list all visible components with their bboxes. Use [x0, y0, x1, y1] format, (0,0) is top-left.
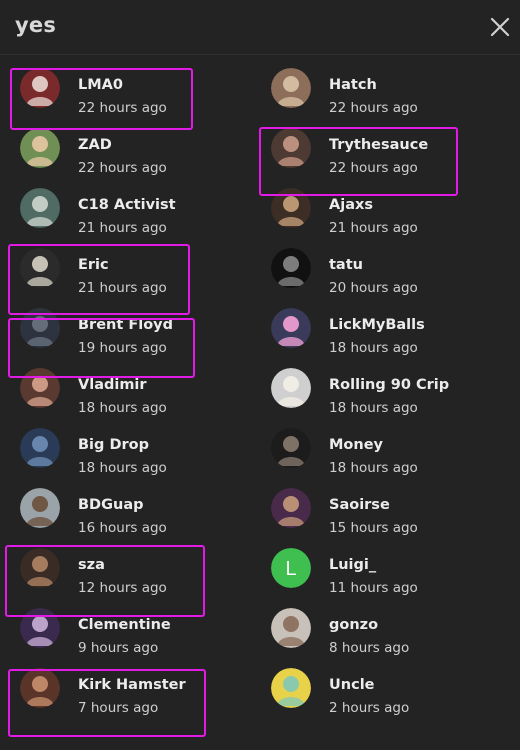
reaction-time: 21 hours ago — [329, 220, 418, 236]
avatar[interactable] — [271, 428, 311, 468]
avatar[interactable] — [271, 128, 311, 168]
user-name[interactable]: C18 Activist — [78, 197, 176, 213]
user-name[interactable]: Luigi_ — [329, 557, 376, 573]
reaction-time: 7 hours ago — [78, 700, 159, 716]
user-list-item[interactable]: gonzo 8 hours ago — [271, 604, 511, 664]
svg-text:L: L — [285, 558, 296, 580]
user-list-item[interactable]: LickMyBalls 18 hours ago — [271, 304, 511, 364]
dialog-title: yes — [15, 13, 57, 37]
avatar[interactable] — [271, 368, 311, 408]
user-name[interactable]: Clementine — [78, 617, 171, 633]
reaction-time: 16 hours ago — [78, 520, 167, 536]
user-name[interactable]: sza — [78, 557, 105, 573]
user-list-item[interactable]: sza 12 hours ago — [20, 544, 260, 604]
user-list-item[interactable]: Eric 21 hours ago — [20, 244, 260, 304]
user-name[interactable]: Hatch — [329, 77, 377, 93]
user-name[interactable]: Uncle — [329, 677, 375, 693]
user-list-item[interactable]: tatu 20 hours ago — [271, 244, 511, 304]
user-name[interactable]: Vladimir — [78, 377, 147, 393]
close-icon[interactable] — [486, 13, 514, 41]
reaction-time: 22 hours ago — [329, 100, 418, 116]
user-list-item[interactable]: Clementine 9 hours ago — [20, 604, 260, 664]
user-list-item[interactable]: C18 Activist 21 hours ago — [20, 184, 260, 244]
reaction-time: 18 hours ago — [78, 400, 167, 416]
user-list-item[interactable]: BDGuap 16 hours ago — [20, 484, 260, 544]
user-name[interactable]: Kirk Hamster — [78, 677, 186, 693]
reaction-time: 22 hours ago — [78, 160, 167, 176]
avatar[interactable] — [271, 248, 311, 288]
avatar[interactable] — [20, 68, 60, 108]
avatar[interactable] — [20, 428, 60, 468]
avatar[interactable] — [271, 308, 311, 348]
reaction-time: 9 hours ago — [78, 640, 159, 656]
user-name[interactable]: LMA0 — [78, 77, 123, 93]
reaction-time: 18 hours ago — [329, 340, 418, 356]
avatar[interactable] — [20, 608, 60, 648]
user-list-item[interactable]: Trythesauce 22 hours ago — [271, 124, 511, 184]
user-name[interactable]: Big Drop — [78, 437, 149, 453]
reaction-time: 15 hours ago — [329, 520, 418, 536]
user-list-item[interactable]: L Luigi_ 11 hours ago — [271, 544, 511, 604]
user-list-item[interactable]: Rolling 90 Crip 18 hours ago — [271, 364, 511, 424]
user-name[interactable]: Trythesauce — [329, 137, 428, 153]
user-list-item[interactable]: Kirk Hamster 7 hours ago — [20, 664, 260, 724]
user-name[interactable]: tatu — [329, 257, 363, 273]
avatar[interactable] — [20, 668, 60, 708]
avatar[interactable] — [271, 488, 311, 528]
user-list-item[interactable]: Uncle 2 hours ago — [271, 664, 511, 724]
dialog-header: yes — [0, 0, 520, 55]
user-name[interactable]: ZAD — [78, 137, 112, 153]
avatar[interactable] — [20, 488, 60, 528]
avatar[interactable] — [271, 68, 311, 108]
user-name[interactable]: BDGuap — [78, 497, 143, 513]
reaction-time: 18 hours ago — [329, 460, 418, 476]
user-list-item[interactable]: Hatch 22 hours ago — [271, 64, 511, 124]
avatar[interactable] — [20, 188, 60, 228]
user-list-item[interactable]: Brent Floyd 19 hours ago — [20, 304, 260, 364]
reaction-time: 20 hours ago — [329, 280, 418, 296]
avatar[interactable] — [20, 308, 60, 348]
reaction-time: 2 hours ago — [329, 700, 410, 716]
reaction-time: 8 hours ago — [329, 640, 410, 656]
user-name[interactable]: Money — [329, 437, 383, 453]
avatar[interactable] — [20, 368, 60, 408]
user-name[interactable]: Brent Floyd — [78, 317, 173, 333]
user-name[interactable]: Eric — [78, 257, 109, 273]
user-list-item[interactable]: Saoirse 15 hours ago — [271, 484, 511, 544]
user-list-item[interactable]: Big Drop 18 hours ago — [20, 424, 260, 484]
avatar[interactable]: L — [271, 548, 311, 588]
reaction-time: 18 hours ago — [329, 400, 418, 416]
user-name[interactable]: Rolling 90 Crip — [329, 377, 449, 393]
avatar[interactable] — [20, 548, 60, 588]
user-list-item[interactable]: Ajaxs 21 hours ago — [271, 184, 511, 244]
reaction-time: 21 hours ago — [78, 280, 167, 296]
reaction-time: 22 hours ago — [329, 160, 418, 176]
avatar[interactable] — [20, 248, 60, 288]
user-name[interactable]: gonzo — [329, 617, 378, 633]
user-list-item[interactable]: Money 18 hours ago — [271, 424, 511, 484]
avatar[interactable] — [271, 608, 311, 648]
user-name[interactable]: Ajaxs — [329, 197, 373, 213]
reaction-time: 12 hours ago — [78, 580, 167, 596]
user-name[interactable]: Saoirse — [329, 497, 390, 513]
avatar[interactable] — [271, 668, 311, 708]
reaction-time: 21 hours ago — [78, 220, 167, 236]
user-list-item[interactable]: Vladimir 18 hours ago — [20, 364, 260, 424]
user-name[interactable]: LickMyBalls — [329, 317, 425, 333]
reaction-time: 22 hours ago — [78, 100, 167, 116]
avatar[interactable] — [271, 188, 311, 228]
reaction-time: 19 hours ago — [78, 340, 167, 356]
user-list-item[interactable]: LMA0 22 hours ago — [20, 64, 260, 124]
avatar[interactable] — [20, 128, 60, 168]
user-list-item[interactable]: ZAD 22 hours ago — [20, 124, 260, 184]
reaction-time: 18 hours ago — [78, 460, 167, 476]
reaction-time: 11 hours ago — [329, 580, 418, 596]
